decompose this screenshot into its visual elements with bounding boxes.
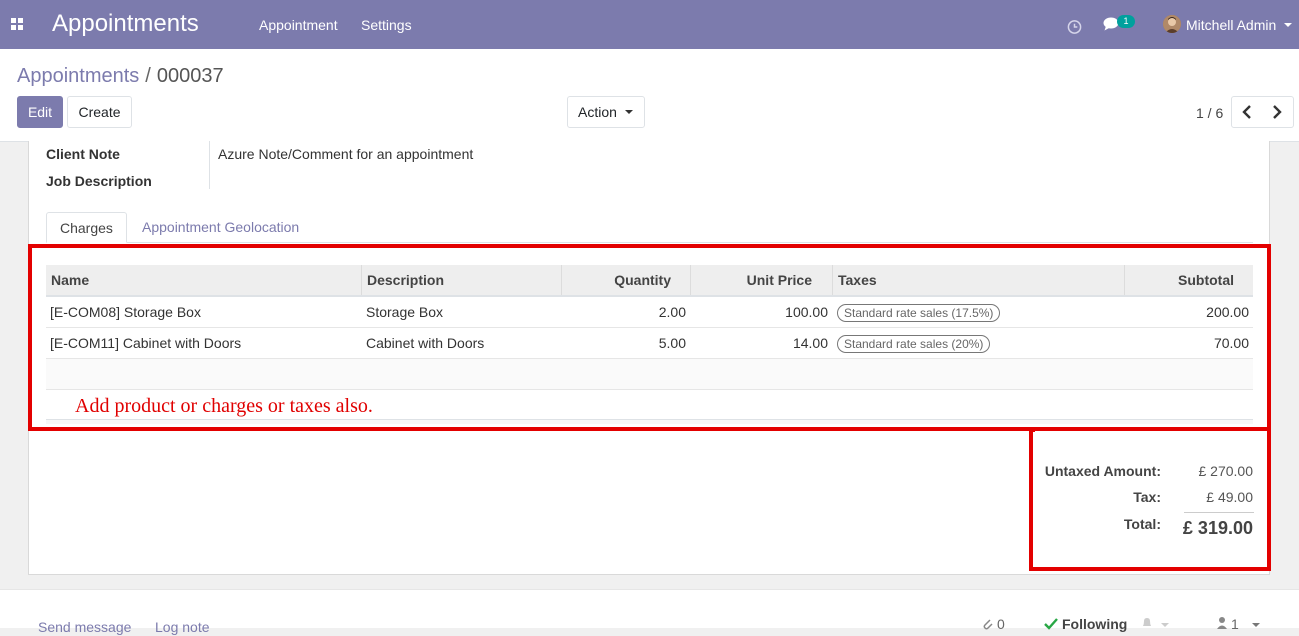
job-description-label: Job Description [46,173,152,189]
breadcrumb-current: 000037 [156,65,224,87]
annotation-box-corner [1029,428,1035,432]
client-note-label: Client Note [46,146,120,162]
breadcrumb: Appointments /000037 [17,64,224,88]
bell-icon[interactable] [1141,616,1153,630]
tab-charges[interactable]: Charges [46,212,127,243]
action-dropdown[interactable]: Action [567,96,645,128]
create-button[interactable]: Create [67,96,132,128]
breadcrumb-separator: / [145,65,151,87]
apps-grid-icon[interactable] [11,18,24,31]
annotation-box-totals [1029,428,1271,571]
chevron-right-icon [1273,105,1282,119]
pager-next-button[interactable] [1262,96,1294,128]
caret-down-icon[interactable] [1161,623,1169,627]
tab-appointment-geolocation[interactable]: Appointment Geolocation [129,212,312,243]
pager-value[interactable]: 1 / 6 [1196,104,1223,122]
clock-icon[interactable] [1067,16,1082,38]
attachments-count[interactable]: 0 [997,615,1005,633]
paperclip-icon[interactable] [981,616,993,630]
caret-down-icon [625,110,633,114]
client-note-value: Azure Note/Comment for an appointment [218,146,474,162]
top-navbar: Appointments Appointment Settings 1 Mitc… [0,0,1299,49]
user-name[interactable]: Mitchell Admin [1186,16,1276,34]
check-icon [1044,618,1058,630]
pager-previous-button[interactable] [1231,96,1263,128]
follower-icon [1217,617,1227,629]
chevron-down-icon[interactable] [1284,23,1292,27]
edit-button[interactable]: Edit [17,96,63,128]
avatar-image [1163,15,1181,33]
app-title: Appointments [52,10,199,37]
menu-settings[interactable]: Settings [361,16,412,34]
control-panel: Appointments /000037 Edit Create Action 1… [0,49,1299,142]
caret-down-icon[interactable] [1252,623,1260,627]
action-label: Action [578,104,617,120]
chevron-left-icon [1242,105,1251,119]
field-divider [209,141,210,189]
annotation-box-charges [28,244,1271,431]
menu-appointment[interactable]: Appointment [259,16,338,34]
chat-badge: 1 [1117,15,1135,28]
chatter-bar: Send message Log note 0 Following 1 [0,589,1299,635]
user-avatar[interactable] [1163,15,1181,33]
following-button[interactable]: Following [1062,615,1127,633]
breadcrumb-parent[interactable]: Appointments [17,65,139,87]
log-note-button[interactable]: Log note [155,618,210,636]
send-message-button[interactable]: Send message [38,618,131,636]
followers-count[interactable]: 1 [1231,615,1239,633]
